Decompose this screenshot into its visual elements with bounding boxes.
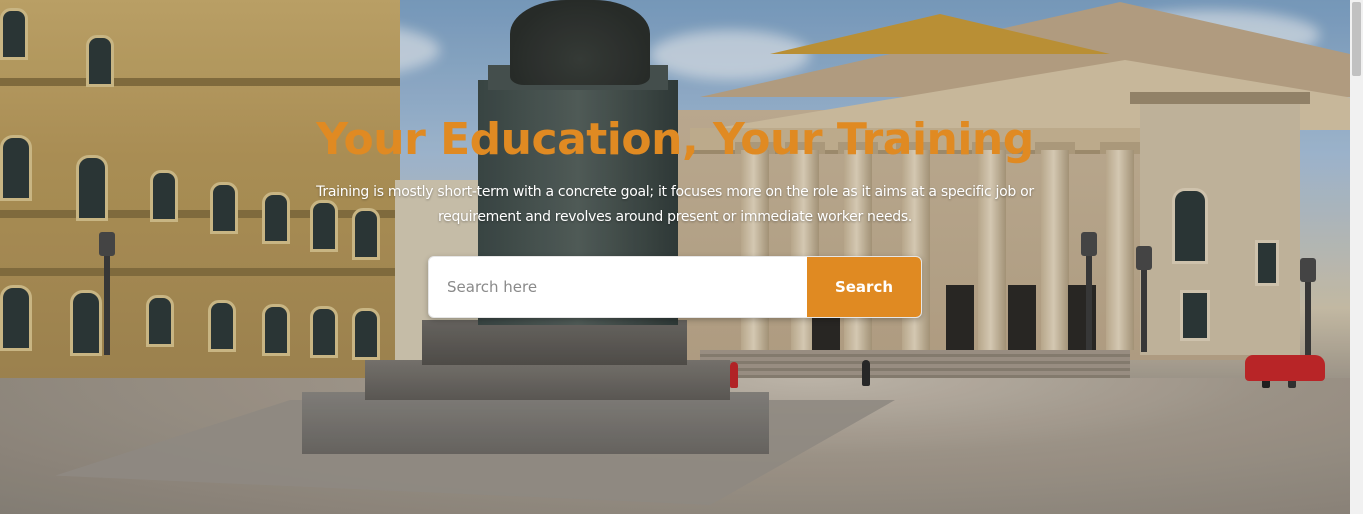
hero-title: Your Education, Your Training [316, 114, 1034, 165]
hero-subtitle: Training is mostly short-term with a con… [316, 184, 1034, 225]
search-button[interactable]: Search [807, 257, 921, 317]
search-bar: Search [428, 256, 922, 318]
page-scrollbar[interactable] [1350, 0, 1363, 514]
search-input[interactable] [429, 257, 807, 317]
scrollbar-thumb[interactable] [1352, 2, 1361, 76]
hero-section: Your Education, Your Training Training i… [0, 0, 1350, 514]
